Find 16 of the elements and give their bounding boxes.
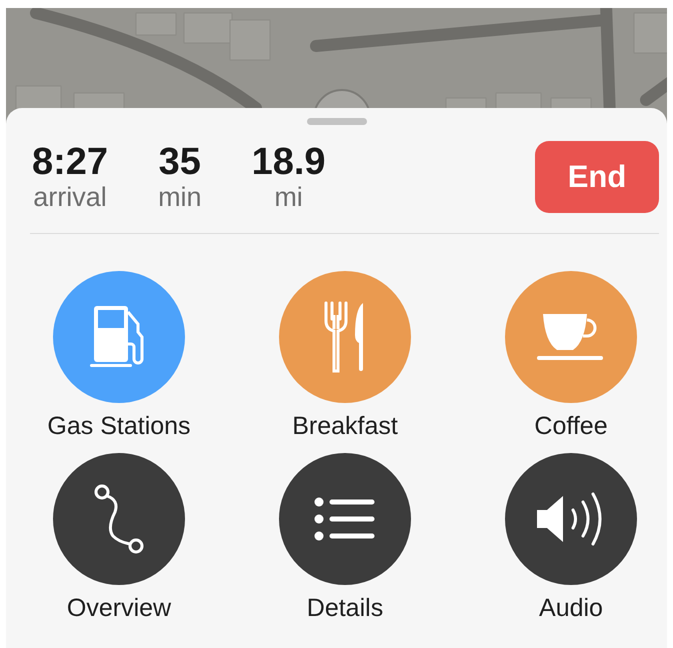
stat-unit: arrival [33, 182, 107, 212]
action-label: Breakfast [292, 411, 398, 442]
drag-handle[interactable] [306, 118, 366, 125]
action-label: Audio [539, 592, 603, 624]
stat-value: 8:27 [32, 142, 108, 183]
action-label: Details [306, 592, 384, 624]
stat-unit: min [158, 182, 202, 212]
stat-value: 18.9 [252, 142, 326, 183]
action-label: Coffee [534, 411, 608, 442]
end-button[interactable]: End [535, 141, 659, 213]
route-icon [94, 484, 144, 554]
stat-unit: mi [274, 182, 303, 212]
stat-value: 35 [158, 142, 201, 183]
action-label: Gas Stations [47, 411, 191, 442]
list-icon [314, 496, 376, 540]
action-label: Overview [66, 592, 172, 624]
